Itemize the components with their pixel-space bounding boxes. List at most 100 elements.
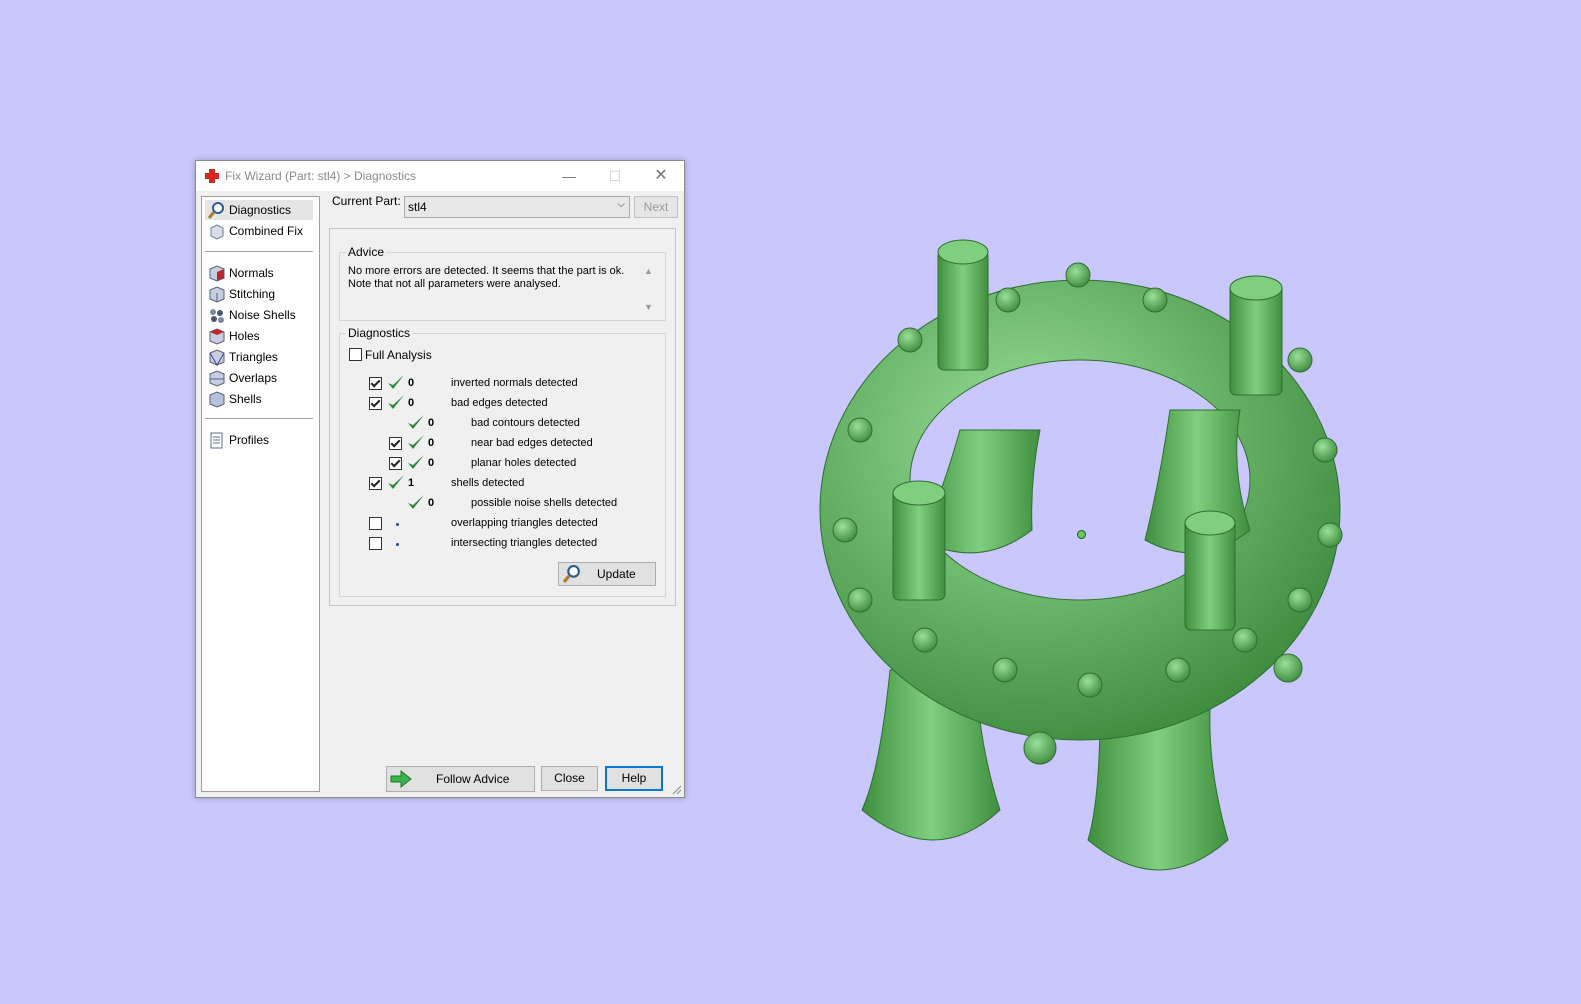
- nav-item-triangles[interactable]: Triangles: [205, 347, 313, 367]
- nav-item-combined-fix[interactable]: Combined Fix: [205, 221, 313, 241]
- follow-advice-button[interactable]: Follow Advice: [386, 766, 535, 792]
- diag-count: 0: [408, 377, 415, 389]
- check-icon: [388, 375, 404, 389]
- help-button[interactable]: Help: [605, 766, 663, 791]
- diag-label: shells detected: [451, 477, 525, 489]
- holes-icon: [209, 328, 225, 345]
- check-icon: [388, 475, 404, 489]
- magnifier-icon: [208, 202, 224, 219]
- diag-label: overlapping triangles detected: [451, 517, 598, 529]
- title-bar[interactable]: Fix Wizard (Part: stl4) > Diagnostics — …: [196, 161, 684, 191]
- close-button[interactable]: Close: [541, 766, 598, 791]
- current-part-select[interactable]: stl4 ⌵: [404, 196, 630, 218]
- advice-line-1: No more errors are detected. It seems th…: [348, 265, 625, 277]
- model-pillar-4: [1184, 519, 1236, 631]
- nav-item-label: Diagnostics: [229, 203, 292, 217]
- noise-shells-icon: [210, 309, 224, 323]
- advice-scrollbar[interactable]: ▲ ▼: [641, 266, 657, 312]
- nav-divider: [205, 418, 313, 419]
- window-title: Fix Wizard (Part: stl4) > Diagnostics: [225, 169, 417, 183]
- shells-icon: [209, 391, 225, 408]
- nav-item-label: Overlaps: [229, 371, 278, 385]
- advice-group: Advice No more errors are detected. It s…: [339, 245, 666, 321]
- check-icon: [408, 415, 424, 429]
- diag-checkbox-near-bad-edges[interactable]: [389, 437, 402, 450]
- current-part-value: stl4: [408, 200, 427, 214]
- check-icon: [408, 435, 424, 449]
- nav-item-shells[interactable]: Shells: [205, 389, 313, 409]
- green-arrow-icon: [390, 770, 412, 788]
- diag-count: 0: [428, 437, 435, 449]
- diag-count: 0: [428, 497, 435, 509]
- next-button[interactable]: Next: [634, 196, 678, 218]
- diag-checkbox-inverted-normals[interactable]: [369, 377, 382, 390]
- diag-label: bad edges detected: [451, 397, 548, 409]
- diagnostics-group: Diagnostics Full Analysis 0 inverted nor…: [339, 326, 666, 597]
- diag-count: 0: [428, 457, 435, 469]
- follow-advice-label: Follow Advice: [436, 772, 510, 786]
- nav-item-profiles[interactable]: Profiles: [205, 430, 313, 450]
- nav-item-label: Profiles: [229, 433, 270, 447]
- pivot-point: [1077, 530, 1086, 539]
- diag-label: intersecting triangles detected: [451, 537, 598, 549]
- fix-wizard-window: Fix Wizard (Part: stl4) > Diagnostics — …: [195, 160, 685, 798]
- model-pillar-1: [937, 249, 989, 371]
- nav-item-overlaps[interactable]: Overlaps: [205, 368, 313, 388]
- current-part-label: Current Part:: [332, 194, 401, 208]
- model-pillar-2: [1229, 284, 1283, 396]
- diagnostics-title: Diagnostics: [346, 326, 413, 340]
- pending-dot-icon: [396, 543, 399, 546]
- stitching-icon: [209, 286, 225, 303]
- model-viewport[interactable]: [800, 230, 1360, 900]
- check-icon: [408, 455, 424, 469]
- nav-item-label: Noise Shells: [229, 308, 296, 322]
- model-pillar-3: [892, 489, 946, 601]
- diag-checkbox-planar-holes[interactable]: [389, 457, 402, 470]
- nav-item-noise-shells[interactable]: Noise Shells: [205, 305, 313, 325]
- diag-count: 0: [408, 397, 415, 409]
- diag-label: inverted normals detected: [451, 377, 578, 389]
- nav-item-stitching[interactable]: Stitching: [205, 284, 313, 304]
- scroll-up-icon[interactable]: ▲: [644, 266, 653, 276]
- diag-count: 1: [408, 477, 415, 489]
- nav-item-label: Triangles: [229, 350, 278, 364]
- close-window-button[interactable]: ✕: [638, 161, 684, 191]
- nav-item-diagnostics[interactable]: Diagnostics: [205, 200, 313, 220]
- diag-checkbox-overlapping[interactable]: [369, 517, 382, 530]
- advice-title: Advice: [346, 245, 387, 259]
- diag-label: near bad edges detected: [471, 437, 593, 449]
- nav-item-label: Shells: [229, 392, 262, 406]
- nav-divider: [205, 251, 313, 252]
- diag-label: bad contours detected: [471, 417, 580, 429]
- profiles-icon: [210, 432, 223, 449]
- nav-item-label: Combined Fix: [229, 224, 304, 238]
- check-icon: [408, 495, 424, 509]
- full-analysis-checkbox[interactable]: [349, 348, 362, 361]
- full-analysis-label: Full Analysis: [365, 348, 432, 362]
- diag-checkbox-intersecting[interactable]: [369, 537, 382, 550]
- pending-dot-icon: [396, 523, 399, 526]
- nav-item-normals[interactable]: Normals: [205, 263, 313, 283]
- diag-count: 0: [428, 417, 435, 429]
- scroll-down-icon[interactable]: ▼: [644, 302, 653, 312]
- diag-label: planar holes detected: [471, 457, 577, 469]
- advice-text: No more errors are detected. It seems th…: [348, 265, 634, 313]
- wizard-nav: Diagnostics Combined Fix Normals Stitchi…: [201, 196, 320, 792]
- nav-item-label: Stitching: [229, 287, 276, 301]
- minimize-button[interactable]: —: [546, 161, 592, 191]
- advice-line-2: Note that not all parameters were analys…: [348, 278, 561, 290]
- diag-checkbox-shells[interactable]: [369, 477, 382, 490]
- normals-icon: [209, 265, 225, 282]
- update-label: Update: [597, 567, 636, 581]
- nav-item-label: Normals: [229, 266, 274, 280]
- nav-item-holes[interactable]: Holes: [205, 326, 313, 346]
- resize-grip-icon[interactable]: [672, 785, 682, 795]
- update-button[interactable]: Update: [558, 562, 656, 586]
- diag-checkbox-bad-edges[interactable]: [369, 397, 382, 410]
- magnifier-icon: [563, 565, 580, 583]
- maximize-button[interactable]: ☐: [592, 161, 638, 191]
- nav-item-label: Holes: [229, 329, 260, 343]
- app-cross-icon: [205, 169, 219, 183]
- combined-fix-icon: [210, 224, 224, 240]
- chevron-down-icon: ⌵: [617, 199, 625, 210]
